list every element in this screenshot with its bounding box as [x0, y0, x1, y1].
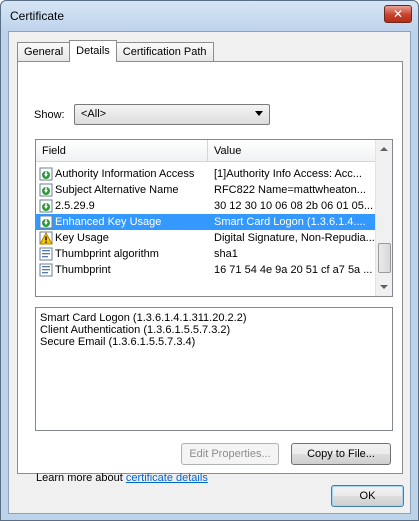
list-row[interactable]: Thumbprint algorithm sha1: [36, 246, 376, 262]
column-header-field[interactable]: Field: [42, 145, 66, 157]
list-header: Field Value: [36, 140, 376, 162]
list-scrollbar[interactable]: [375, 140, 392, 296]
property-icon: [39, 263, 53, 277]
row-value: 30 12 30 10 06 08 2b 06 01 05...: [214, 200, 374, 212]
title-bar[interactable]: Certificate ✕: [1, 1, 418, 31]
tab-certification-path[interactable]: Certification Path: [115, 42, 214, 62]
details-panel: Show: <All> Field Value Authority Inform…: [17, 61, 403, 484]
column-divider[interactable]: [207, 140, 208, 162]
copy-to-file-button[interactable]: Copy to File...: [291, 443, 391, 465]
window-title: Certificate: [10, 9, 65, 23]
show-label: Show:: [34, 109, 65, 121]
detail-line: Secure Email (1.3.6.1.5.5.7.3.4): [40, 336, 196, 348]
row-value: sha1: [214, 248, 238, 260]
scroll-down-icon[interactable]: [380, 285, 388, 289]
column-header-value[interactable]: Value: [214, 145, 241, 157]
scroll-thumb[interactable]: [378, 243, 391, 273]
extension-icon: [39, 183, 53, 197]
learn-more-prefix: Learn more about: [36, 472, 126, 484]
extension-icon: [39, 215, 53, 229]
certificate-details-link[interactable]: certificate details: [126, 472, 208, 484]
close-icon: ✕: [392, 7, 404, 21]
row-field: Authority Information Access: [55, 168, 195, 180]
row-value: Digital Signature, Non-Repudia...: [214, 232, 374, 244]
row-field: Key Usage: [55, 232, 109, 244]
row-field: Thumbprint: [55, 264, 111, 276]
row-value: [1]Authority Info Access: Acc...: [214, 168, 362, 180]
tab-details[interactable]: Details: [69, 40, 117, 62]
field-detail-box[interactable]: Smart Card Logon (1.3.6.1.4.1.311.20.2.2…: [35, 307, 393, 431]
list-row[interactable]: Subject Alternative Name RFC822 Name=matt…: [36, 182, 376, 198]
row-field: Thumbprint algorithm: [55, 248, 159, 260]
list-row[interactable]: Enhanced Key Usage Smart Card Logon (1.3.…: [36, 214, 376, 230]
detail-line: Client Authentication (1.3.6.1.5.5.7.3.2…: [40, 324, 231, 336]
edit-properties-button[interactable]: Edit Properties...: [181, 443, 279, 465]
chevron-down-icon: [255, 111, 263, 116]
field-list[interactable]: Field Value Authority Information Access…: [35, 139, 393, 297]
list-row[interactable]: Thumbprint 16 71 54 4e 9a 20 51 cf a7 5a …: [36, 262, 376, 278]
scroll-up-icon[interactable]: [380, 147, 388, 151]
row-field: Subject Alternative Name: [55, 184, 179, 196]
extension-icon: [39, 199, 53, 213]
detail-line: Smart Card Logon (1.3.6.1.4.1.311.20.2.2…: [40, 312, 247, 324]
row-value: 16 71 54 4e 9a 20 51 cf a7 5a ...: [214, 264, 373, 276]
list-row[interactable]: Key Usage Digital Signature, Non-Repudia.…: [36, 230, 376, 246]
close-button[interactable]: ✕: [384, 5, 412, 23]
show-dropdown-value: <All>: [81, 108, 107, 120]
row-field: Enhanced Key Usage: [55, 216, 162, 228]
warning-icon: [39, 231, 53, 245]
row-value: Smart Card Logon (1.3.6.1.4....: [214, 216, 366, 228]
list-row[interactable]: Authority Information Access [1]Authority…: [36, 166, 376, 182]
learn-more-text: Learn more about certificate details: [36, 472, 208, 484]
row-field: 2.5.29.9: [55, 200, 95, 212]
property-icon: [39, 247, 53, 261]
tab-strip: General Details Certification Path: [17, 40, 214, 62]
dialog-client-area: General Details Certification Path Show:…: [8, 31, 411, 514]
tab-general[interactable]: General: [17, 42, 71, 62]
certificate-dialog: Certificate ✕ General Details Certificat…: [0, 0, 419, 521]
ok-button[interactable]: OK: [331, 485, 404, 507]
extension-icon: [39, 167, 53, 181]
row-value: RFC822 Name=mattwheaton...: [214, 184, 366, 196]
show-dropdown[interactable]: <All>: [74, 104, 270, 125]
list-row[interactable]: 2.5.29.9 30 12 30 10 06 08 2b 06 01 05...: [36, 198, 376, 214]
